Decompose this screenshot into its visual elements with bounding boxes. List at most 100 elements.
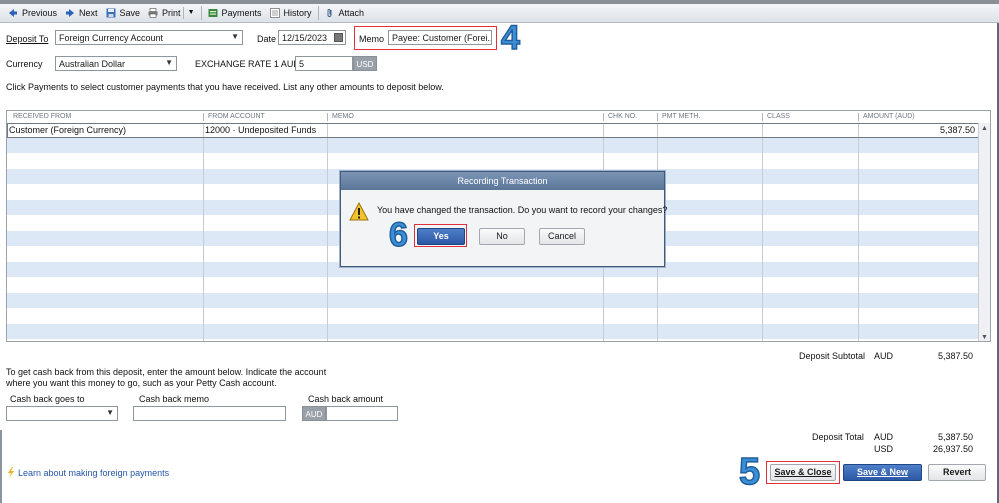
scroll-down-icon[interactable]: ▼ (981, 334, 988, 341)
selected-row-outline (7, 123, 979, 138)
next-button[interactable]: Next (61, 5, 102, 22)
deposit-subtotal-label: Deposit Subtotal (799, 351, 866, 361)
date-label: Date (257, 34, 277, 44)
table-row[interactable] (7, 138, 979, 153)
cashback-instruction-line1: To get cash back from this deposit, ente… (6, 367, 327, 377)
cashback-memo-label: Cash back memo (139, 394, 210, 404)
table-row[interactable] (7, 277, 979, 292)
deposit-to-value: Foreign Currency Account (59, 33, 164, 43)
col-divider[interactable] (858, 113, 859, 121)
attach-label: Attach (338, 8, 365, 18)
attach-button[interactable]: Attach (321, 5, 369, 22)
currency-select[interactable]: Australian Dollar ▼ (55, 56, 177, 71)
cashback-goes-to-label: Cash back goes to (10, 394, 85, 404)
step-6-marker: 6 (388, 215, 408, 255)
lightning-icon (8, 467, 14, 478)
total-usd-amount: 26,937.50 (932, 444, 973, 454)
col-pmt-meth[interactable]: PMT METH. (662, 113, 700, 120)
currency-label: Currency (6, 59, 43, 69)
step-5-marker: 5 (738, 450, 761, 494)
column-line (858, 123, 859, 341)
total-aud-currency: AUD (874, 432, 894, 442)
subtotal-currency: AUD (874, 351, 894, 361)
previous-button[interactable]: Previous (4, 5, 61, 22)
exchange-rate-field[interactable]: 5 (295, 56, 353, 71)
cashback-account-select[interactable]: ▼ (6, 406, 118, 421)
subtotal-amount: 5,387.50 (937, 351, 973, 361)
payments-button[interactable]: Payments (204, 5, 266, 22)
deposit-to-label: Deposit To (6, 34, 49, 44)
save-icon (106, 8, 116, 18)
dialog-title: Recording Transaction (341, 172, 664, 190)
exchange-unit-badge: USD (353, 56, 377, 71)
chevron-down-icon: ▼ (165, 58, 173, 67)
print-dropdown-icon[interactable]: ▼ (182, 7, 195, 19)
arrow-left-icon (9, 9, 17, 17)
table-row[interactable] (7, 308, 979, 323)
col-divider[interactable] (603, 113, 604, 121)
yes-highlight-box (414, 224, 467, 247)
calendar-icon[interactable] (334, 33, 343, 42)
total-aud-amount: 5,387.50 (937, 432, 973, 442)
arrow-right-icon (66, 9, 75, 17)
table-row[interactable] (7, 324, 979, 339)
save-new-button[interactable]: Save & New (843, 464, 922, 481)
history-icon (269, 8, 280, 18)
col-memo[interactable]: MEMO (332, 113, 354, 120)
table-row[interactable] (7, 153, 979, 168)
col-divider[interactable] (762, 113, 763, 121)
cashback-memo-field[interactable] (133, 406, 286, 421)
save-close-highlight-box (766, 461, 840, 484)
cancel-button[interactable]: Cancel (539, 228, 585, 245)
print-button[interactable]: Print ▼ (144, 5, 198, 22)
save-new-label: Save & New (856, 467, 909, 477)
instruction-text: Click Payments to select customer paymen… (6, 82, 444, 92)
deposit-to-select[interactable]: Foreign Currency Account ▼ (55, 30, 243, 45)
chevron-down-icon: ▼ (106, 408, 114, 417)
total-usd-currency: USD (874, 444, 894, 454)
memo-highlight-box (354, 26, 497, 50)
window-left-border (0, 430, 2, 503)
save-label: Save (119, 8, 141, 18)
revert-button[interactable]: Revert (928, 464, 986, 481)
col-class[interactable]: CLASS (767, 113, 790, 120)
exchange-rate-label: EXCHANGE RATE 1 AUD = (195, 59, 308, 69)
date-field[interactable]: 12/15/2023 (278, 30, 346, 45)
chevron-down-icon: ▼ (231, 32, 239, 41)
grid-scrollbar[interactable]: ▲ ▼ (978, 123, 990, 341)
printer-icon (148, 8, 158, 18)
payments-label: Payments (221, 8, 262, 18)
col-amount[interactable]: AMOUNT (AUD) (863, 113, 915, 120)
previous-label: Previous (22, 8, 58, 18)
currency-value: Australian Dollar (59, 59, 126, 69)
grid-header: RECEIVED FROM FROM ACCOUNT MEMO CHK NO. … (7, 111, 990, 123)
column-line (203, 123, 204, 341)
next-label: Next (79, 8, 98, 18)
deposit-total-label: Deposit Total (812, 432, 864, 442)
payments-icon (208, 9, 217, 17)
toolbar-separator (317, 6, 319, 20)
col-received-from[interactable]: RECEIVED FROM (13, 113, 71, 120)
date-value: 12/15/2023 (282, 33, 328, 43)
history-label: History (283, 8, 312, 18)
col-divider[interactable] (327, 113, 328, 121)
col-chk-no[interactable]: CHK NO. (608, 113, 637, 120)
col-divider[interactable] (203, 113, 204, 121)
cashback-instruction-line2: where you want this money to go, such as… (6, 378, 277, 388)
paperclip-icon (327, 9, 332, 17)
table-row[interactable] (7, 293, 979, 308)
no-button[interactable]: No (479, 228, 525, 245)
print-label: Print (162, 8, 181, 18)
history-button[interactable]: History (266, 5, 316, 22)
col-divider[interactable] (657, 113, 658, 121)
col-from-account[interactable]: FROM ACCOUNT (208, 113, 265, 120)
warning-icon (349, 202, 369, 221)
cashback-amount-field[interactable] (326, 406, 398, 421)
cashback-unit-badge: AUD (302, 406, 326, 421)
save-button[interactable]: Save (102, 5, 145, 22)
step-4-marker: 4 (500, 18, 520, 58)
scroll-up-icon[interactable]: ▲ (981, 125, 988, 132)
foreign-payments-link[interactable]: Learn about making foreign payments (18, 468, 169, 478)
cashback-amount-label: Cash back amount (308, 394, 384, 404)
exchange-rate-value: 5 (299, 59, 305, 69)
